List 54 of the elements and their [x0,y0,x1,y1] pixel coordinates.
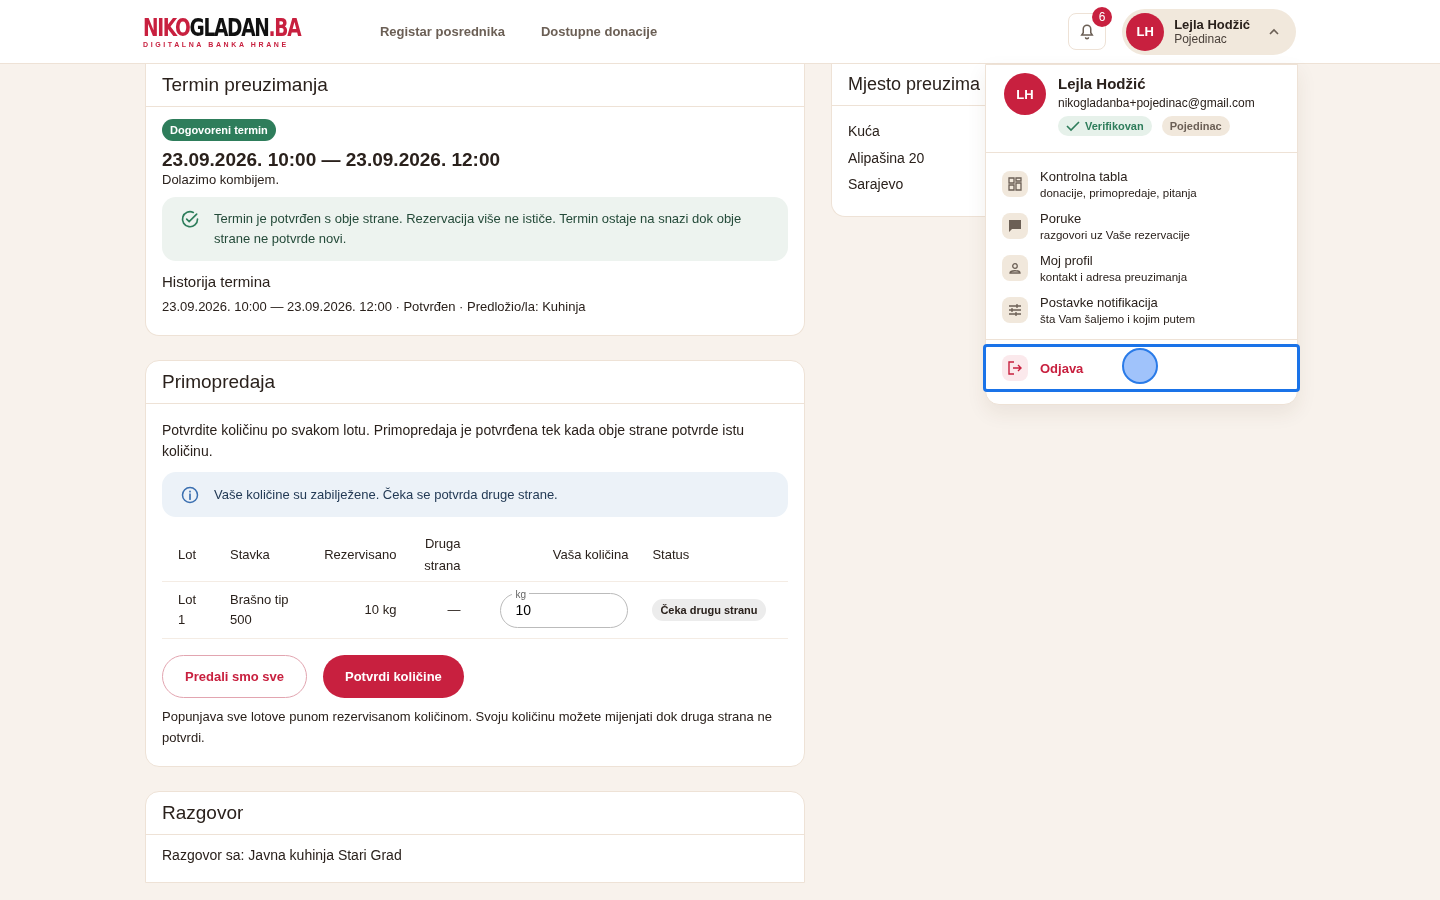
table-cell: Lot 1 [178,592,197,627]
help-text: Popunjava sve lotove punom rezervisanom količinom. Svoju količinu možete mijenjati dok druga strana ne potvrdi. [162,708,773,747]
action-button[interactable]: Potvrdi količine [323,655,464,698]
chat-icon [1008,219,1022,233]
grid-icon [1008,177,1022,191]
user-name: Lejla Hodžić [1174,17,1250,32]
card-title: Primopredaja [146,361,804,404]
nav-link[interactable]: Registar posrednika [379,24,505,39]
term-range: 23.09.2026. 10:00 — 23.09.2026. 12:00 [162,149,502,171]
history-title: Historija termina [162,273,272,290]
term-note: Dolazimo kombijem. [162,172,281,187]
nav-link[interactable]: Dostupne donacije [540,24,658,39]
table-cell: — [447,602,461,617]
cursor-marker [1122,348,1158,384]
table-cell: Brašno tip 500 [230,592,289,627]
card-title: Termin preuzimanja [146,64,804,107]
logout-icon [1008,361,1022,375]
column-header: Druga strana [423,535,461,575]
address-line: Kuća [848,122,880,141]
card-title: Razgovor [146,792,804,835]
status-badge: Dogovoreni termin [162,119,276,141]
user-badge: Verifikovan [1058,116,1152,136]
menu-item[interactable]: Poruke razgovori uz Vaše rezervacije [986,205,1297,247]
column-header: Lot [178,547,197,562]
logout-menu-item[interactable]: Odjava [983,344,1300,392]
avatar: LH [1126,12,1165,51]
address-line: Alipašina 20 [848,148,925,168]
info-icon [180,485,200,505]
sliders-icon [1008,303,1022,317]
person-icon [1008,261,1022,275]
alert-text: Termin je potvrđen s obje strane. Rezervacija više ne ističe. Termin ostaje na snazi dok obje strane ne potvrde novi. [214,210,743,248]
history-entry: 23.09.2026. 10:00 — 23.09.2026. 12:00 · Potvrđen · Predložio/la: Kuhinja [162,298,587,316]
table-cell: 10 kg [364,602,397,617]
notifications-button[interactable] [1068,13,1107,50]
address-line: Sarajevo [848,175,904,194]
alert-text: Vaše količine su zabilježene. Čeka se potvrda druge strane. [214,485,558,504]
column-header: Rezervisano [324,547,397,562]
action-button[interactable]: Predali smo sve [162,655,307,698]
menu-item[interactable]: Kontrolna tabla donacije, primopredaje, pitanja [986,163,1297,205]
column-header: Vaša količina [552,547,629,562]
user-role: Pojedinac [1174,32,1227,46]
user-name: Lejla Hodžić [1058,75,1147,92]
user-badge: Pojedinac [1161,116,1230,136]
intro-text: Potvrdite količinu po svakom lotu. Primopredaja je potvrđena tek kada obje strane potvrde istu količinu. [162,421,746,461]
status-badge: Čeka drugu stranu [652,599,766,621]
conversation-partner: Razgovor sa: Javna kuhinja Stari Grad [162,847,403,863]
menu-item[interactable]: Postavke notifikacija šta Vam šaljemo i kojim putem [986,289,1297,331]
user-menu-button[interactable]: LH Lejla Hodžić Pojedinac [1122,8,1296,55]
column-header: Status [652,547,690,562]
column-header: Stavka [230,547,270,562]
menu-item[interactable]: Moj profil kontakt i adresa preuzimanja [986,247,1297,289]
avatar: LH [1004,73,1046,115]
check-icon [1066,120,1080,132]
notification-badge: 6 [1092,7,1113,27]
